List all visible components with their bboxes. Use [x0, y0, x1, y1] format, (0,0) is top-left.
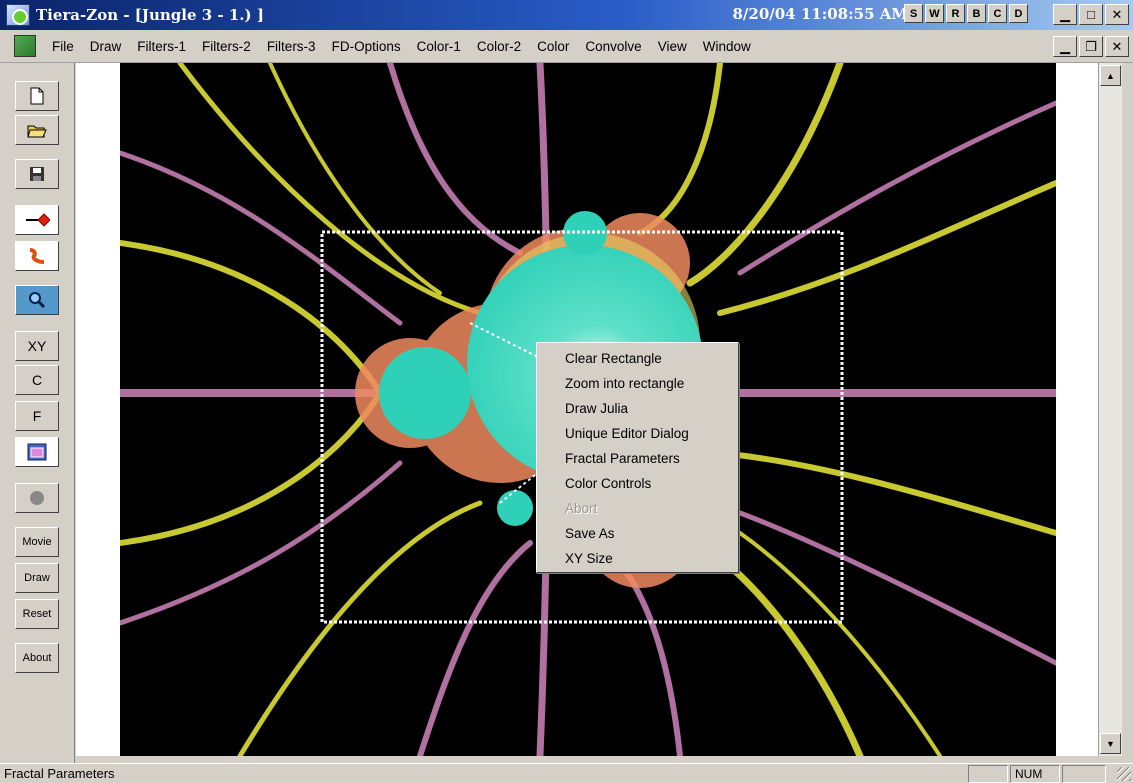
ctx-unique-editor-dialog[interactable]: Unique Editor Dialog [537, 421, 738, 446]
ctx-clear-rectangle[interactable]: Clear Rectangle [537, 346, 738, 371]
status-bar: Fractal Parameters NUM [0, 763, 1133, 783]
title-bar: Tiera-Zon - [Jungle 3 - 1.) ] 8/20/04 11… [0, 0, 1133, 30]
ctx-color-controls[interactable]: Color Controls [537, 471, 738, 496]
arrow-down-icon: ▼ [1106, 738, 1115, 749]
scroll-up-button[interactable]: ▲ [1100, 65, 1121, 86]
ctx-abort: Abort [565, 501, 598, 516]
ctx-fractal-parameters[interactable]: Fractal Parameters [537, 446, 738, 471]
new-file-icon [30, 87, 44, 105]
f-button[interactable]: F [15, 401, 59, 431]
canvas-margin-left [76, 63, 120, 756]
window-title: Tiera-Zon - [Jungle 3 - 1.) ] [36, 6, 264, 24]
movie-button[interactable]: Movie [15, 527, 59, 557]
doc-close-button[interactable]: ✕ [1105, 36, 1129, 57]
menu-filters-2[interactable]: Filters-2 [194, 39, 259, 54]
quick-button-c[interactable]: C [988, 4, 1007, 23]
menu-file[interactable]: File [44, 39, 82, 54]
left-toolbar: XY C F Movie Draw Reset About [0, 63, 75, 763]
minimize-button[interactable]: ▁ [1053, 4, 1077, 25]
maximize-button[interactable]: □ [1079, 4, 1103, 25]
menu-window[interactable]: Window [695, 39, 759, 54]
xy-button[interactable]: XY [15, 331, 59, 361]
restore-icon: ❐ [1085, 38, 1097, 54]
quick-button-s[interactable]: S [904, 4, 923, 23]
stop-circle-icon [30, 491, 44, 505]
context-menu: Clear Rectangle Zoom into rectangle Draw… [536, 342, 739, 573]
open-folder-icon [27, 125, 47, 138]
fractal-brush-icon [29, 248, 45, 264]
arrow-up-icon: ▲ [1106, 70, 1115, 81]
num-lock-indicator: NUM [1010, 765, 1060, 783]
status-text: Fractal Parameters [4, 766, 115, 781]
open-file-button[interactable] [15, 115, 59, 145]
close-button[interactable]: ✕ [1105, 4, 1129, 25]
doc-minimize-button[interactable]: ▁ [1053, 36, 1077, 57]
menu-view[interactable]: View [650, 39, 695, 54]
menu-color-1[interactable]: Color-1 [409, 39, 469, 54]
menu-color-2[interactable]: Color-2 [469, 39, 529, 54]
quick-buttons: S W R B C D [902, 4, 1028, 23]
quick-button-r[interactable]: R [946, 4, 965, 23]
maximize-icon: □ [1087, 7, 1095, 22]
status-panel-blank [968, 765, 1008, 783]
about-button[interactable]: About [15, 643, 59, 673]
ctx-draw-julia[interactable]: Draw Julia [537, 396, 738, 421]
app-icon[interactable] [6, 4, 30, 26]
menu-bar: File Draw Filters-1 Filters-2 Filters-3 … [0, 30, 1133, 63]
window-controls: ▁ □ ✕ [1051, 4, 1129, 25]
menu-color[interactable]: Color [529, 39, 577, 54]
scroll-down-button[interactable]: ▼ [1100, 733, 1121, 754]
window-view-button[interactable] [15, 437, 59, 467]
save-button[interactable] [15, 159, 59, 189]
close-icon: ✕ [1111, 38, 1123, 54]
doc-restore-button[interactable]: ❐ [1079, 36, 1103, 57]
canvas-margin-right [1056, 63, 1098, 756]
title-clock: 8/20/04 11:08:55 AM [732, 5, 908, 23]
document-window-controls: ▁ ❐ ✕ [1051, 36, 1129, 57]
reset-button[interactable]: Reset [15, 599, 59, 629]
vertical-scrollbar[interactable]: ▲ ▼ [1098, 63, 1122, 756]
quick-button-d[interactable]: D [1009, 4, 1028, 23]
stop-button[interactable] [15, 483, 59, 513]
document-icon[interactable] [14, 35, 36, 57]
menu-filters-1[interactable]: Filters-1 [129, 39, 194, 54]
quick-button-w[interactable]: W [925, 4, 944, 23]
ctx-xy-size[interactable]: XY Size [537, 546, 738, 571]
c-button[interactable]: C [15, 365, 59, 395]
zoom-button[interactable] [15, 285, 59, 315]
status-panel-scroll [1062, 765, 1106, 783]
ctx-save-as[interactable]: Save As [537, 521, 738, 546]
quick-button-b[interactable]: B [967, 4, 986, 23]
new-file-button[interactable] [15, 81, 59, 111]
draw-button[interactable]: Draw [15, 563, 59, 593]
zoom-magnifier-icon [29, 292, 46, 309]
minimize-icon: ▁ [1060, 38, 1070, 54]
menu-fd-options[interactable]: FD-Options [324, 39, 409, 54]
orbit-point-button[interactable] [15, 205, 59, 235]
menu-filters-3[interactable]: Filters-3 [259, 39, 324, 54]
save-disk-icon [30, 167, 44, 181]
close-icon: ✕ [1111, 6, 1123, 22]
ctx-zoom-into-rectangle[interactable]: Zoom into rectangle [537, 371, 738, 396]
orbit-point-icon [26, 213, 50, 227]
window-view-icon [27, 443, 47, 461]
fractal-brush-button[interactable] [15, 241, 59, 271]
minimize-icon: ▁ [1060, 6, 1070, 22]
resize-grip-icon[interactable] [1117, 767, 1131, 781]
menu-draw[interactable]: Draw [82, 39, 130, 54]
menu-convolve[interactable]: Convolve [577, 39, 649, 54]
